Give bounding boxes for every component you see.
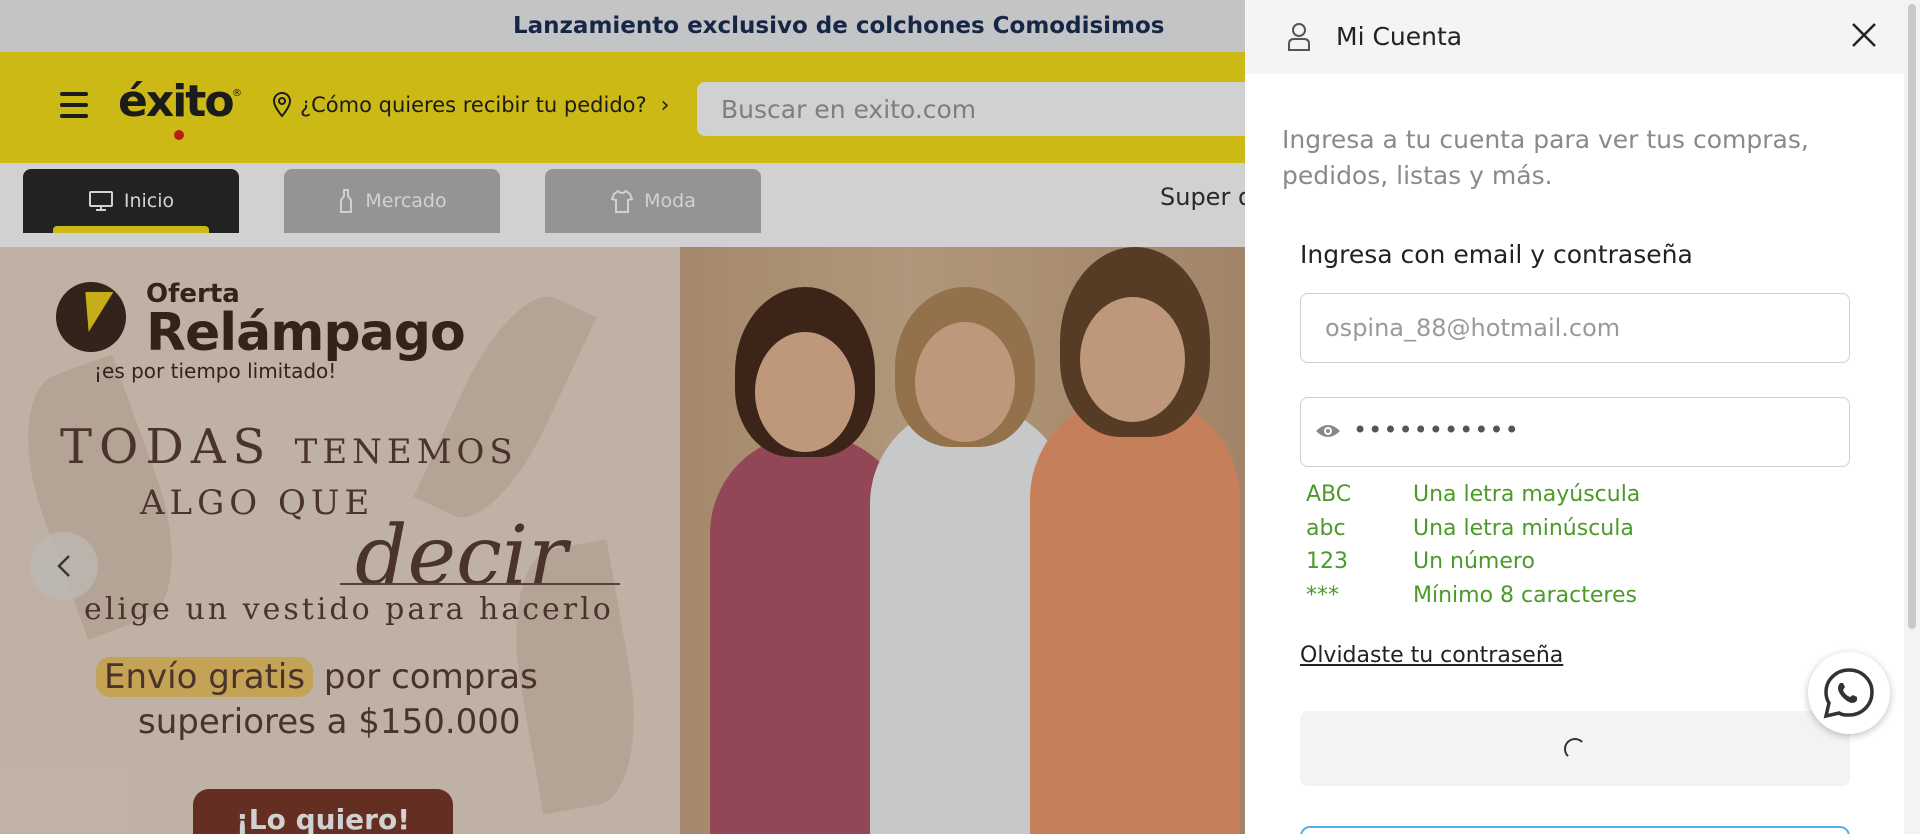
rule-number: 123 Un número	[1306, 549, 1535, 575]
login-heading: Ingresa con email y contraseña	[1300, 240, 1693, 269]
forgot-password-link[interactable]: Olvidaste tu contraseña	[1300, 643, 1563, 668]
page: Lanzamiento exclusivo de colchones Comod…	[0, 0, 1920, 834]
scrollbar-thumb[interactable]	[1908, 4, 1916, 629]
eye-icon[interactable]	[1315, 422, 1341, 440]
password-rules: ABC Una letra mayúscula abc Una letra minú…	[1306, 478, 1640, 612]
loading-spinner-icon	[1564, 738, 1586, 760]
rule-min-length: *** Mínimo 8 caracteres	[1306, 582, 1637, 608]
modal-backdrop[interactable]	[0, 0, 1245, 834]
whatsapp-icon	[1823, 668, 1874, 719]
rule-uppercase: ABC Una letra mayúscula	[1306, 482, 1641, 508]
whatsapp-button[interactable]	[1808, 652, 1890, 734]
drawer-title: Mi Cuenta	[1336, 22, 1463, 51]
user-icon	[1288, 23, 1310, 51]
password-mask: •••••••••••	[1353, 416, 1520, 444]
drawer-header: Mi Cuenta	[1245, 0, 1920, 74]
close-icon[interactable]	[1845, 16, 1883, 54]
password-field[interactable]: •••••••••••	[1300, 397, 1850, 467]
drawer-intro-text: Ingresa a tu cuenta para ver tus compras…	[1282, 125, 1809, 190]
rule-lowercase: abc Una letra minúscula	[1306, 515, 1634, 541]
secondary-login-button[interactable]	[1300, 826, 1850, 834]
login-submit-button[interactable]	[1300, 711, 1850, 786]
drawer-scrollbar[interactable]	[1904, 0, 1920, 834]
email-field[interactable]: ospina_88@hotmail.com	[1300, 293, 1850, 363]
email-value: ospina_88@hotmail.com	[1325, 314, 1621, 342]
